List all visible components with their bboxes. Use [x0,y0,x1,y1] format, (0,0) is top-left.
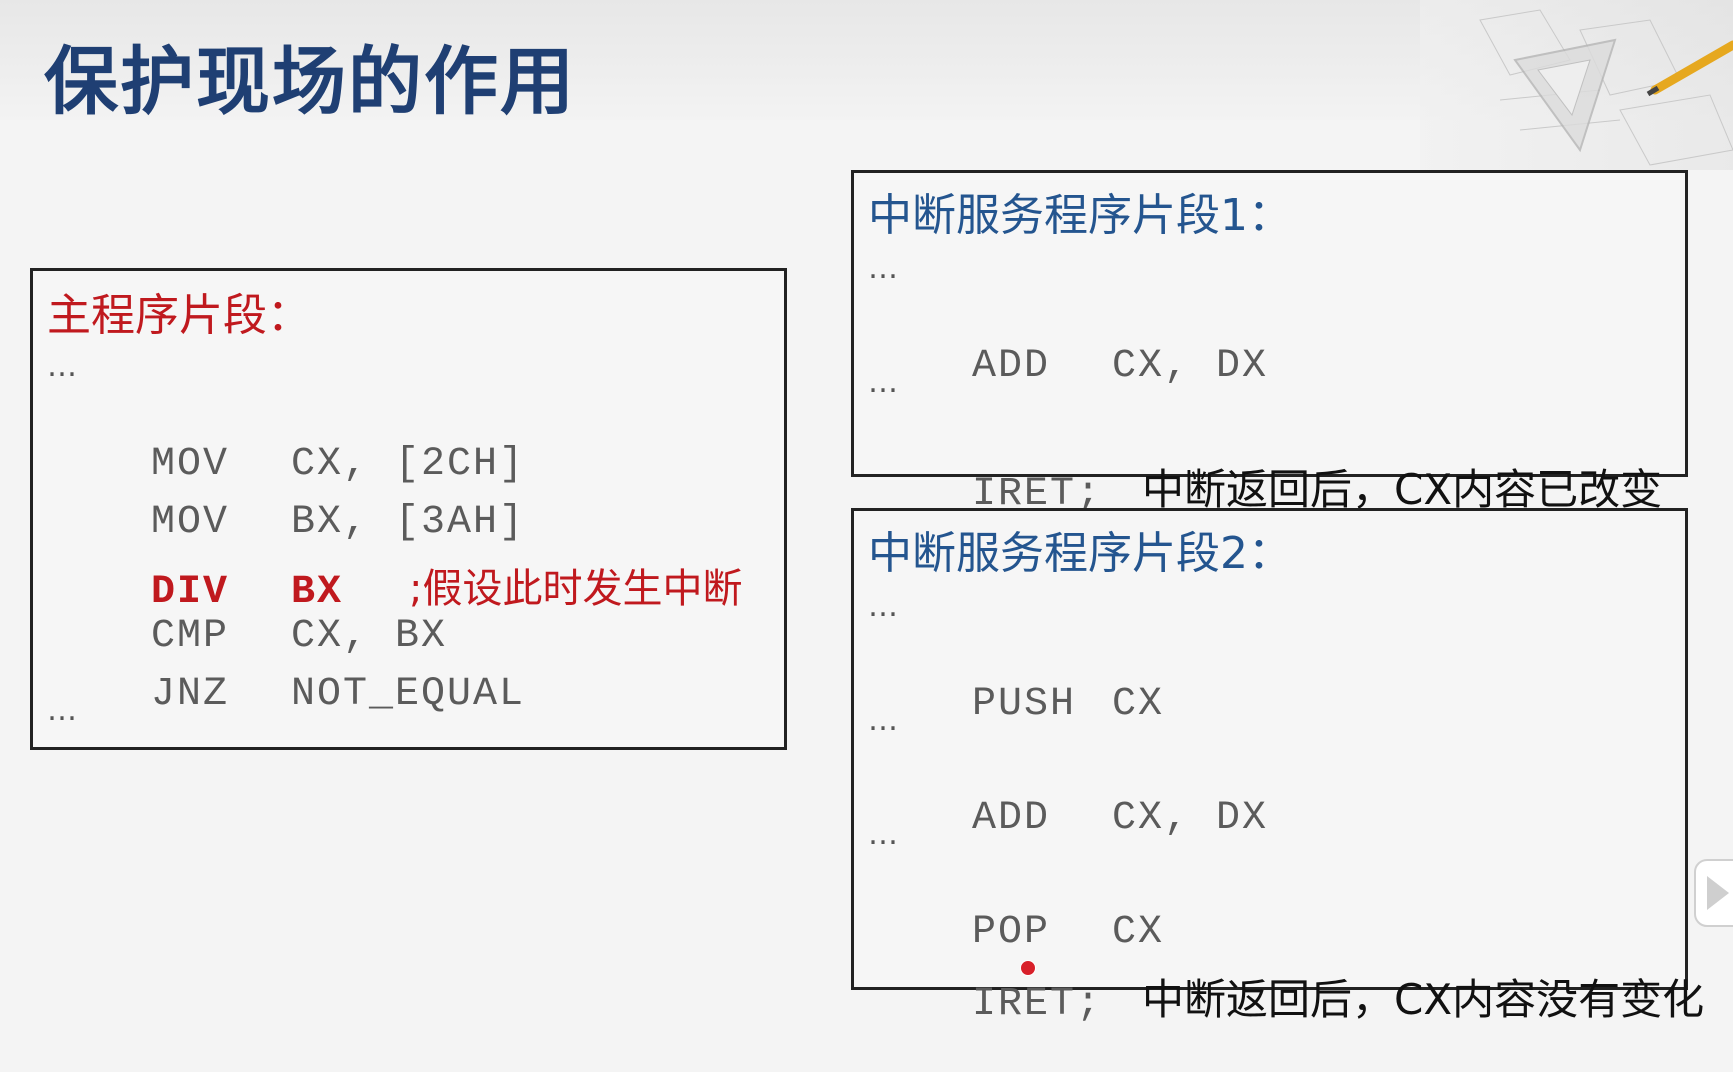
isr-fragment-1-box: 中断服务程序片段1： … ADD CX, DX … IRET; 中断返回后，CX内容… [851,170,1688,517]
code-line: JNZ NOT_EQUAL [47,627,525,762]
drafting-tools-decoration [1420,0,1733,170]
opcode: ADD [972,796,1051,841]
code-comment: 中断返回后，CX内容已改变 [1142,465,1663,514]
isr-2-heading: 中断服务程序片段2： [868,528,1292,579]
operands: CX, DX [1112,344,1269,389]
slide-title: 保护现场的作用 [44,39,576,125]
cursor-pointer-icon [1020,960,1036,976]
main-program-box: 主程序片段： … MOV CX, [2CH] MOV BX, [3AH] DIV BX… [30,268,787,750]
ellipsis-line: … [868,703,898,738]
ellipsis-line: … [868,589,898,624]
isr-1-heading: 中断服务程序片段1： [868,190,1292,241]
ellipsis-line: … [868,251,898,286]
code-comment: 中断返回后，CX内容没有变化 [1142,975,1705,1024]
ellipsis-line: … [868,817,898,852]
play-icon[interactable] [1687,858,1733,928]
opcode: IRET; [972,982,1103,1027]
isr-fragment-2-box: 中断服务程序片段2： … PUSH CX … ADD CX, DX … POP CX … [851,508,1704,1027]
main-program-heading: 主程序片段： [47,290,311,341]
ellipsis-line: … [868,365,898,400]
operands: CX, DX [1112,796,1269,841]
code-comment: ;假设此时发生中断 [409,566,743,612]
operands: NOT_EQUAL [291,672,526,717]
ellipsis-line: … [47,349,77,384]
code-line: IRET; 中断返回后，CX内容没有变化 [868,921,1704,1072]
opcode: ADD [972,344,1051,389]
opcode: PUSH [972,682,1077,727]
operands: CX [1112,682,1165,727]
opcode: JNZ [151,672,230,717]
ellipsis-line: … [47,693,77,728]
